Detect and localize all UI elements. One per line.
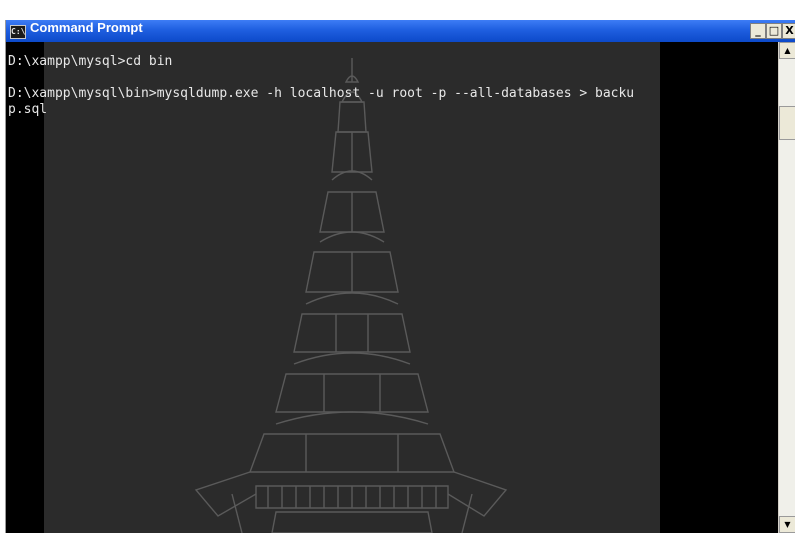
title-bar[interactable]: C:\ Command Prompt _ □ X: [6, 20, 795, 42]
console-area[interactable]: D:\xampp\mysql>cd bin D:\xampp\mysql\bin…: [6, 42, 778, 533]
console-line: D:\xampp\mysql\bin>mysqldump.exe -h loca…: [8, 86, 635, 101]
vertical-scrollbar[interactable]: ▲ ▼: [778, 42, 795, 533]
console-line: D:\xampp\mysql>cd bin: [8, 54, 173, 69]
console-app-icon[interactable]: C:\: [10, 25, 26, 39]
minimize-button[interactable]: _: [750, 23, 766, 39]
maximize-button[interactable]: □: [766, 23, 782, 39]
scroll-down-button[interactable]: ▼: [779, 516, 795, 533]
console-line: p.sql: [8, 102, 48, 117]
scroll-up-button[interactable]: ▲: [779, 42, 795, 59]
command-prompt-window: C:\ Command Prompt _ □ X D:\xampp\mysql>…: [5, 20, 795, 533]
scroll-thumb[interactable]: [779, 106, 795, 140]
close-button[interactable]: X: [782, 23, 795, 39]
window-title: Command Prompt: [30, 20, 143, 35]
console-output[interactable]: D:\xampp\mysql>cd bin D:\xampp\mysql\bin…: [8, 54, 776, 118]
